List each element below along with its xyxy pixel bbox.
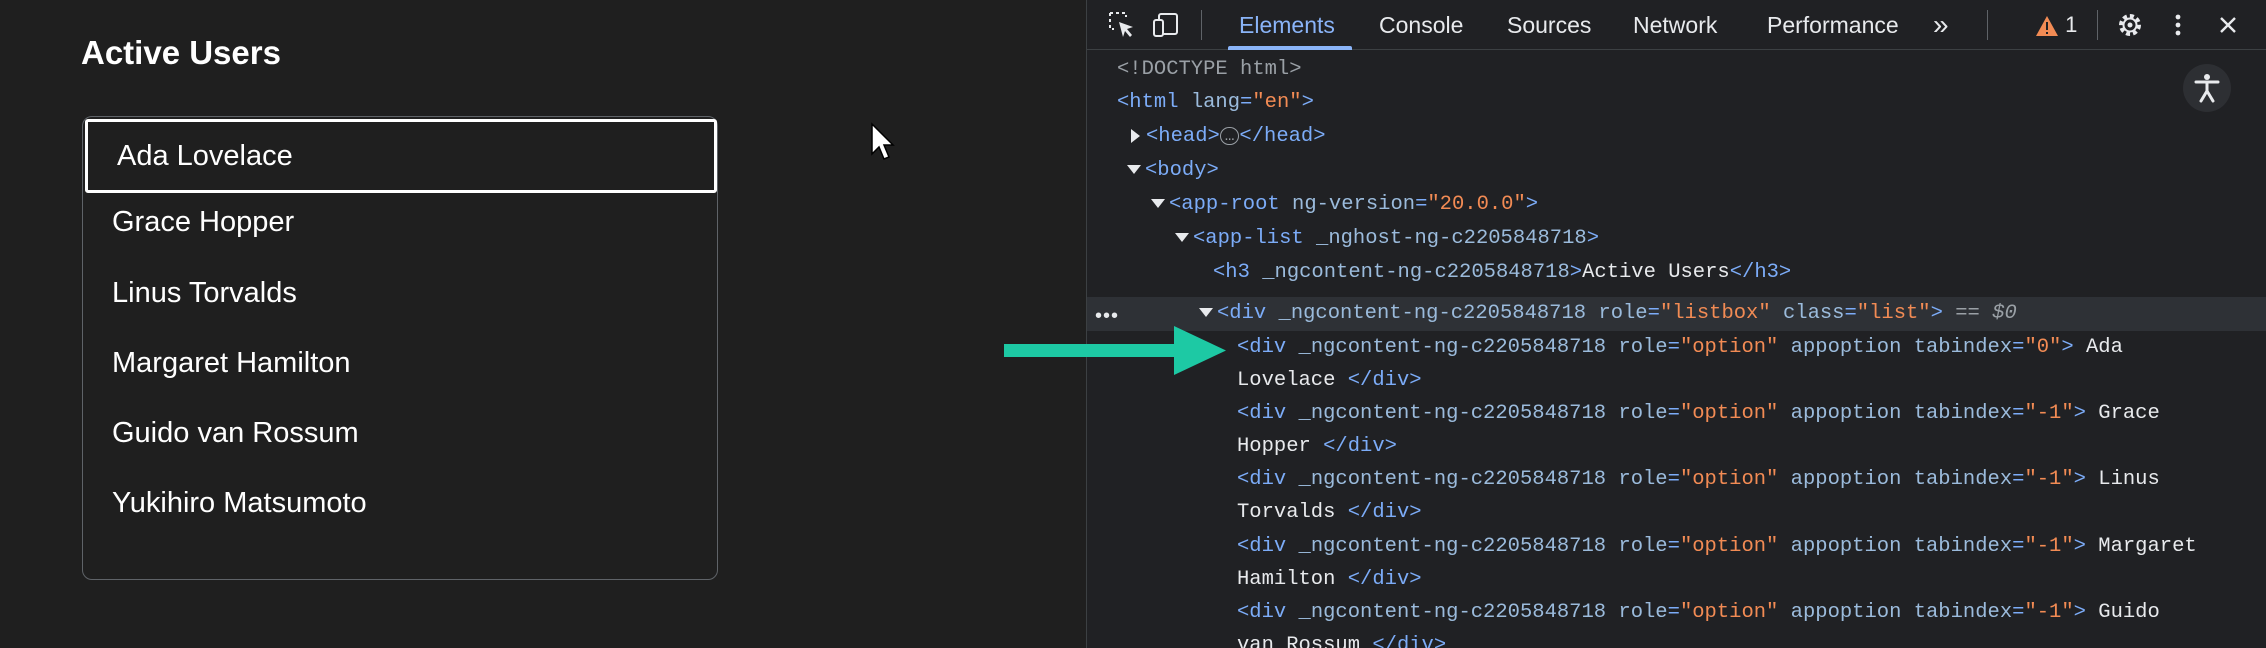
collapse-arrow-icon[interactable] [1199,308,1213,318]
dom-tree: ••• <!DOCTYPE html> <html lang="en"> <he… [1087,50,2266,648]
close-icon[interactable] [2211,8,2245,42]
list-option-ada[interactable]: Ada Lovelace [85,119,717,193]
mouse-pointer-icon [871,122,895,160]
collapsed-content-icon[interactable]: … [1219,126,1240,145]
dom-line-option-div-cont[interactable]: van Rossum </div> [1237,631,1446,648]
dom-line-option-div-cont[interactable]: Hopper </div> [1237,432,1397,462]
dom-line-body[interactable]: <body> [1127,156,1219,186]
dom-line-option-div-cont[interactable]: Torvalds </div> [1237,498,1422,528]
collapse-arrow-icon[interactable] [1175,233,1189,243]
dom-line-h3[interactable]: <h3 _ngcontent-ng-c2205848718>Active Use… [1213,258,1791,288]
dom-line-option-div-cont[interactable]: Lovelace </div> [1237,366,1422,396]
warning-icon [2036,16,2058,37]
list-option-yukihiro[interactable]: Yukihiro Matsumoto [83,467,717,539]
list-option-linus[interactable]: Linus Torvalds [83,257,717,329]
list-option-margaret[interactable]: Margaret Hamilton [83,327,717,399]
dom-line-doctype[interactable]: <!DOCTYPE html> [1117,55,1302,85]
inspect-element-icon[interactable] [1105,8,1139,42]
tab-sources[interactable]: Sources [1507,0,1591,50]
dom-line-head[interactable]: <head>… </head> [1131,122,1326,152]
expand-arrow-icon[interactable] [1131,128,1140,143]
page-title: Active Users [81,34,281,71]
tab-network[interactable]: Network [1633,0,1717,50]
tab-console[interactable]: Console [1379,0,1463,50]
toolbar-separator [2097,10,2098,40]
dom-line-app-list[interactable]: <app-list _nghost-ng-c2205848718> [1175,224,1599,254]
dom-line-option-div[interactable]: <div _ngcontent-ng-c2205848718 role="opt… [1237,598,2160,628]
dom-line-option-div-cont[interactable]: Hamilton </div> [1237,565,1422,595]
list-option-guido[interactable]: Guido van Rossum [83,397,717,469]
warning-indicator[interactable]: 1 [2035,0,2077,50]
annotation-arrow-icon [1004,326,1226,375]
collapse-arrow-icon[interactable] [1151,199,1165,209]
user-listbox[interactable]: Ada Lovelace Grace Hopper Linus Torvalds… [82,116,718,580]
device-toolbar-icon[interactable] [1149,8,1183,42]
collapse-arrow-icon[interactable] [1127,165,1141,175]
dom-line-listbox-div[interactable]: <div _ngcontent-ng-c2205848718 role="lis… [1199,299,2017,329]
toolbar-separator [1987,10,1988,40]
dom-line-html[interactable]: <html lang="en"> [1117,88,1314,118]
more-tabs-icon[interactable]: » [1933,0,1949,50]
more-options-icon[interactable] [2161,8,2195,42]
accessibility-icon[interactable] [2183,64,2231,112]
dom-line-option-div[interactable]: <div _ngcontent-ng-c2205848718 role="opt… [1237,532,2197,562]
dom-line-option-div[interactable]: <div _ngcontent-ng-c2205848718 role="opt… [1237,399,2160,429]
list-option-grace[interactable]: Grace Hopper [83,186,717,258]
dom-line-app-root[interactable]: <app-root ng-version="20.0.0"> [1151,190,1538,220]
devtools-panel: Elements Console Sources Network Perform… [1086,0,2266,648]
dom-line-option-div[interactable]: <div _ngcontent-ng-c2205848718 role="opt… [1237,465,2160,495]
dom-line-option-div[interactable]: <div _ngcontent-ng-c2205848718 role="opt… [1237,333,2123,363]
settings-gear-icon[interactable] [2113,8,2147,42]
rendered-page: Active Users Ada Lovelace Grace Hopper L… [0,0,1086,648]
toolbar-separator [1201,10,1202,40]
tab-performance[interactable]: Performance [1767,0,1899,50]
warning-count: 1 [2065,12,2078,37]
devtools-toolbar: Elements Console Sources Network Perform… [1087,0,2266,50]
tab-elements[interactable]: Elements [1239,0,1335,50]
